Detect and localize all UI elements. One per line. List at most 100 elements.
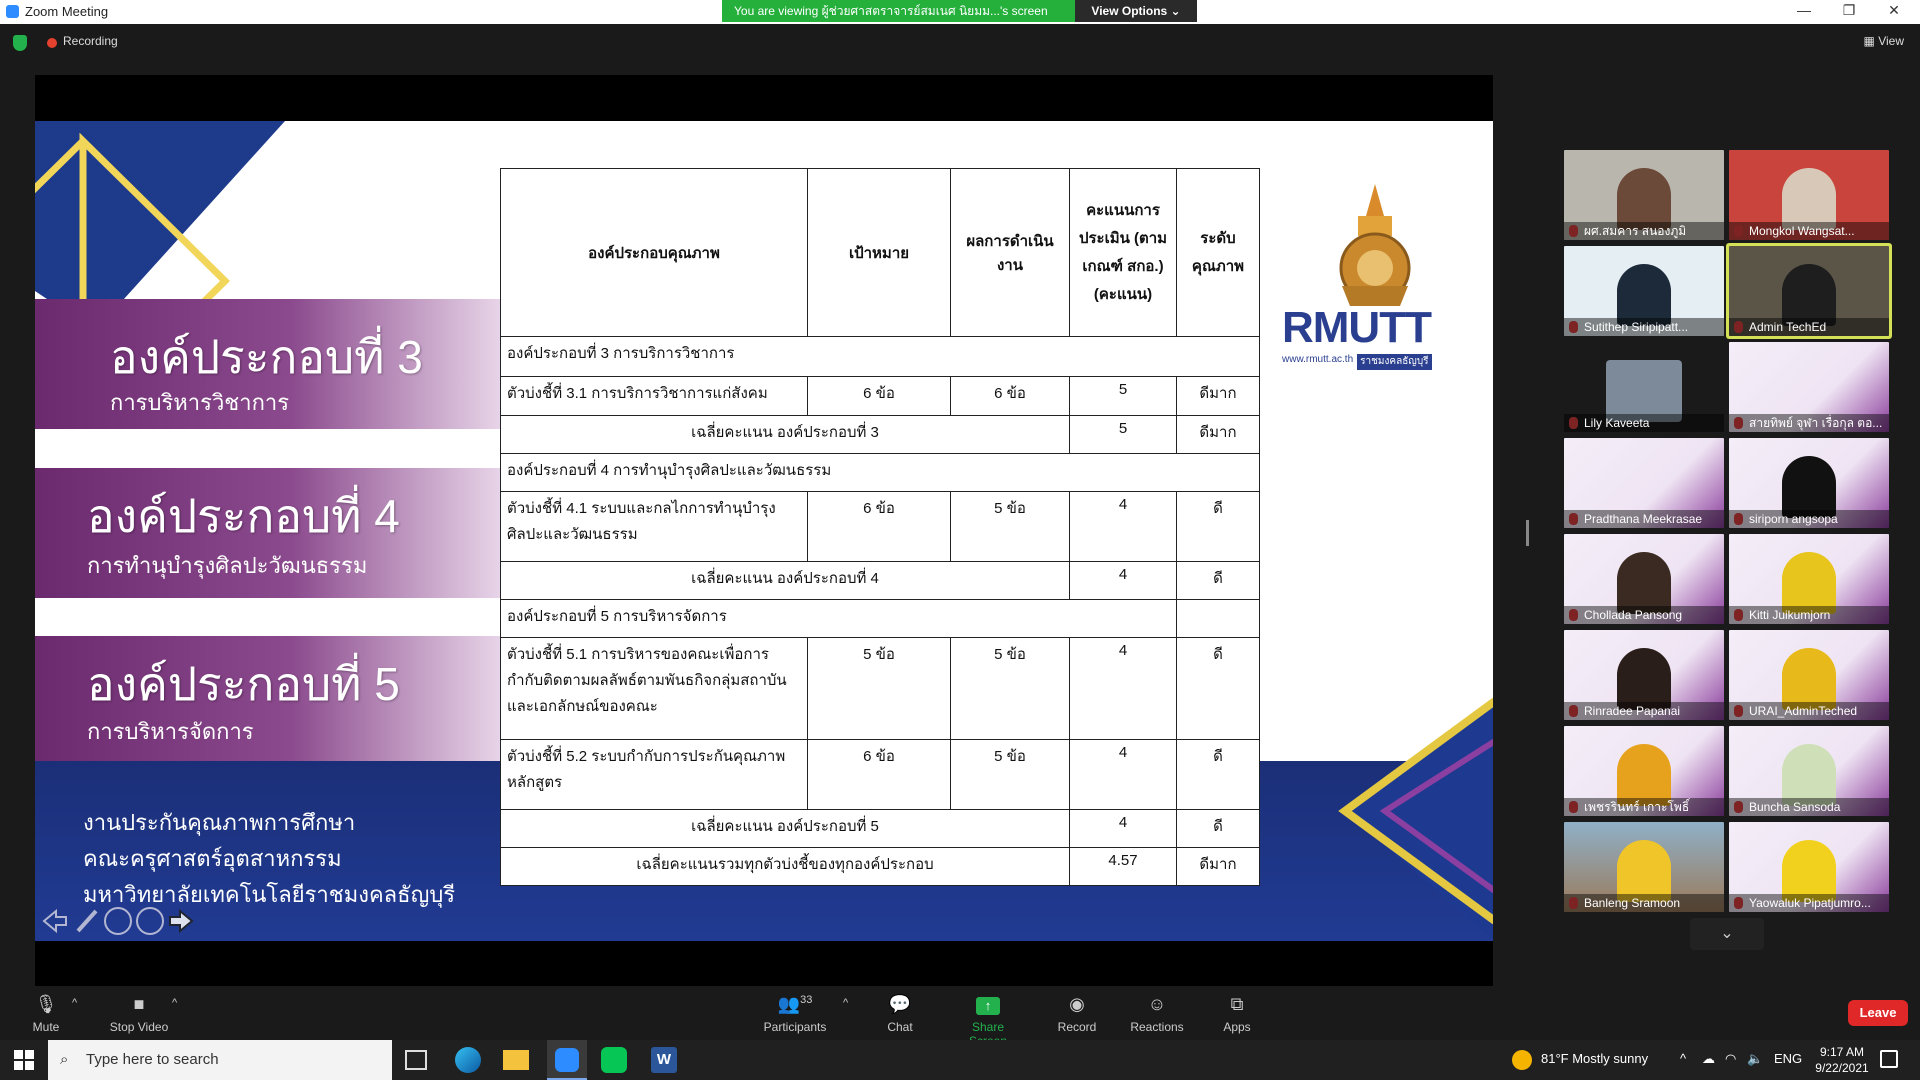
pen-tool-icon[interactable]	[72, 907, 100, 935]
participant-tile-active-speaker[interactable]: Admin TechEd	[1729, 246, 1889, 336]
level-cell: ดี	[1176, 739, 1260, 810]
viewing-banner: You are viewing ผู้ช่วยศาสตราจารย์สมเนศ …	[722, 0, 1197, 22]
tray-overflow-icon[interactable]: ^	[1680, 1051, 1686, 1066]
participant-name: Lily Kaveeta	[1564, 414, 1724, 432]
table-row: เฉลี่ยคะแนน องค์ประกอบที่ 5 4 ดี	[500, 809, 1260, 848]
view-options-button[interactable]: View Options ⌄	[1075, 0, 1197, 22]
input-language[interactable]: ENG	[1774, 1051, 1802, 1066]
participant-tile[interactable]: Yaowaluk Pipatjumro...	[1729, 822, 1889, 912]
audio-options-chevron-icon[interactable]: ^	[72, 997, 77, 1009]
participant-tile[interactable]: Lily Kaveeta	[1564, 342, 1724, 432]
onedrive-icon[interactable]: ☁	[1702, 1051, 1715, 1067]
word-app-icon[interactable]: W	[651, 1047, 677, 1073]
security-shield-icon[interactable]	[13, 35, 27, 51]
logo-wordmark: RMUTT	[1282, 303, 1432, 352]
participant-name: Sutithep Siripipatt...	[1564, 318, 1724, 336]
participant-tile[interactable]: Sutithep Siripipatt...	[1564, 246, 1724, 336]
reactions-button[interactable]: ☺ Reactions	[1122, 994, 1192, 1034]
close-icon[interactable]: ✕	[1874, 2, 1914, 19]
wifi-icon[interactable]: ◠	[1725, 1051, 1736, 1067]
table-row: ตัวบ่งชี้ที่ 3.1 การบริการวิชาการแก่สังค…	[500, 376, 1260, 416]
zoom-taskbar-item[interactable]	[547, 1040, 587, 1080]
view-button[interactable]: ▦ View	[1864, 34, 1904, 48]
participant-tile[interactable]: Pradthana Meekrasae	[1564, 438, 1724, 528]
participants-options-chevron-icon[interactable]: ^	[843, 997, 848, 1009]
next-slide-icon[interactable]	[168, 907, 196, 935]
participant-tile[interactable]: Kitti Juikumjorn	[1729, 534, 1889, 624]
section-4-title: องค์ประกอบที่ 4	[87, 490, 400, 542]
average-label-cell: เฉลี่ยคะแนน องค์ประกอบที่ 4	[500, 561, 1070, 600]
participant-name: Mongkol Wangsat...	[1729, 222, 1889, 240]
participant-name: ผศ.สมคาร สนองภูมิ	[1564, 222, 1724, 240]
total-level-cell: ดีมาก	[1176, 847, 1260, 886]
component-3-heading: องค์ประกอบที่ 3 การบริการวิชาการ	[500, 336, 1260, 377]
recording-label[interactable]: Recording	[63, 34, 118, 48]
level-cell: ดีมาก	[1176, 376, 1260, 416]
participant-name: Pradthana Meekrasae	[1564, 510, 1724, 528]
table-row: ตัวบ่งชี้ที่ 5.1 การบริหารของคณะเพื่อการ…	[500, 637, 1260, 740]
result-cell: 5 ข้อ	[950, 491, 1070, 562]
apps-button[interactable]: ⧉ Apps	[1202, 994, 1272, 1034]
participant-tile[interactable]: เพชรรินทร์ เกาะโพธิ์	[1564, 726, 1724, 816]
previous-slide-icon[interactable]	[40, 907, 68, 935]
component-4-heading: องค์ประกอบที่ 4 การทำนุบำรุงศิลปะและวัฒน…	[500, 453, 1260, 492]
table-row: เฉลี่ยคะแนนรวมทุกตัวบ่งชี้ของทุกองค์ประก…	[500, 847, 1260, 886]
participant-tile[interactable]: Rinradee Papanai	[1564, 630, 1724, 720]
participants-button[interactable]: 👥33 Participants	[760, 994, 830, 1034]
recording-dot-icon	[47, 38, 57, 48]
total-label-cell: เฉลี่ยคะแนนรวมทุกตัวบ่งชี้ของทุกองค์ประก…	[500, 847, 1070, 886]
line-app-icon[interactable]	[601, 1047, 627, 1073]
dept-line-3: มหาวิทยาลัยเทคโนโลยีราชมงคลธัญบุรี	[83, 882, 456, 907]
participants-icon: 👥33	[777, 994, 813, 1014]
app-title: Zoom Meeting	[6, 4, 108, 19]
mute-button[interactable]: 🎙 Mute	[11, 994, 81, 1034]
notifications-icon[interactable]	[1880, 1050, 1898, 1068]
share-screen-icon: ↑	[953, 994, 1023, 1015]
table-row: องค์ประกอบที่ 5 การบริหารจัดการ	[500, 599, 1260, 638]
gallery-resize-handle[interactable]	[1526, 520, 1529, 546]
record-button[interactable]: ◉ Record	[1042, 994, 1112, 1034]
participant-tile[interactable]: Mongkol Wangsat...	[1729, 150, 1889, 240]
record-label: Record	[1057, 1020, 1097, 1034]
task-view-icon[interactable]	[405, 1050, 427, 1070]
result-cell: 5 ข้อ	[950, 637, 1070, 740]
apps-label: Apps	[1223, 1020, 1251, 1034]
table-row: ตัวบ่งชี้ที่ 5.2 ระบบกำกับการประกันคุณภา…	[500, 739, 1260, 810]
smiley-icon: ☺	[1147, 994, 1167, 1014]
chat-button[interactable]: 💬 Chat	[865, 994, 935, 1034]
taskbar-clock[interactable]: 9:17 AM 9/22/2021	[1810, 1044, 1874, 1076]
participant-tile[interactable]: Banleng Sramoon	[1564, 822, 1724, 912]
table-header-row: องค์ประกอบคุณภาพ เป้าหมาย ผลการดำเนินงาน…	[500, 168, 1260, 337]
weather-sun-icon[interactable]	[1512, 1050, 1532, 1070]
score-cell: 5	[1069, 415, 1177, 454]
restore-icon[interactable]: ❐	[1829, 2, 1869, 19]
windows-start-icon[interactable]	[14, 1050, 34, 1070]
clock-date: 9/22/2021	[1815, 1061, 1869, 1075]
edge-browser-icon[interactable]	[455, 1047, 481, 1073]
volume-icon[interactable]: 🔈	[1747, 1051, 1763, 1067]
participant-tile[interactable]: สายทิพย์ จุฬา เรื่อกุล ตอ...	[1729, 342, 1889, 432]
view-label: View	[1878, 34, 1904, 48]
file-explorer-icon[interactable]	[503, 1050, 529, 1070]
stop-video-button[interactable]: ■ Stop Video	[104, 994, 174, 1034]
minimize-icon[interactable]: —	[1784, 2, 1824, 18]
table-row: ตัวบ่งชี้ที่ 4.1 ระบบและกลไกการทำนุบำรุง…	[500, 491, 1260, 562]
weather-text[interactable]: 81°F Mostly sunny	[1541, 1051, 1648, 1066]
participant-tile[interactable]: siriporn angsopa	[1729, 438, 1889, 528]
chat-bubble-icon: 💬	[888, 994, 912, 1014]
grid-icon: ▦	[1863, 34, 1875, 48]
video-options-chevron-icon[interactable]: ^	[172, 997, 177, 1009]
slide-grid-icon[interactable]	[104, 907, 132, 935]
more-options-icon[interactable]	[136, 907, 164, 935]
viewing-message: You are viewing ผู้ช่วยศาสตราจารย์สมเนศ …	[722, 0, 1075, 22]
leave-button[interactable]: Leave	[1848, 1000, 1908, 1026]
gallery-next-page-icon[interactable]: ⌄	[1690, 918, 1764, 950]
window-title: Zoom Meeting	[25, 4, 109, 19]
participant-tile[interactable]: Chollada Pansong	[1564, 534, 1724, 624]
taskbar-search-box[interactable]: ⌕ Type here to search	[48, 1040, 392, 1080]
participant-tile[interactable]: ผศ.สมคาร สนองภูมิ	[1564, 150, 1724, 240]
participant-tile[interactable]: URAI_AdminTeched	[1729, 630, 1889, 720]
participant-name: เพชรรินทร์ เกาะโพธิ์	[1564, 798, 1724, 816]
participant-tile[interactable]: Buncha Sansoda	[1729, 726, 1889, 816]
level-cell: ดี	[1176, 637, 1260, 740]
